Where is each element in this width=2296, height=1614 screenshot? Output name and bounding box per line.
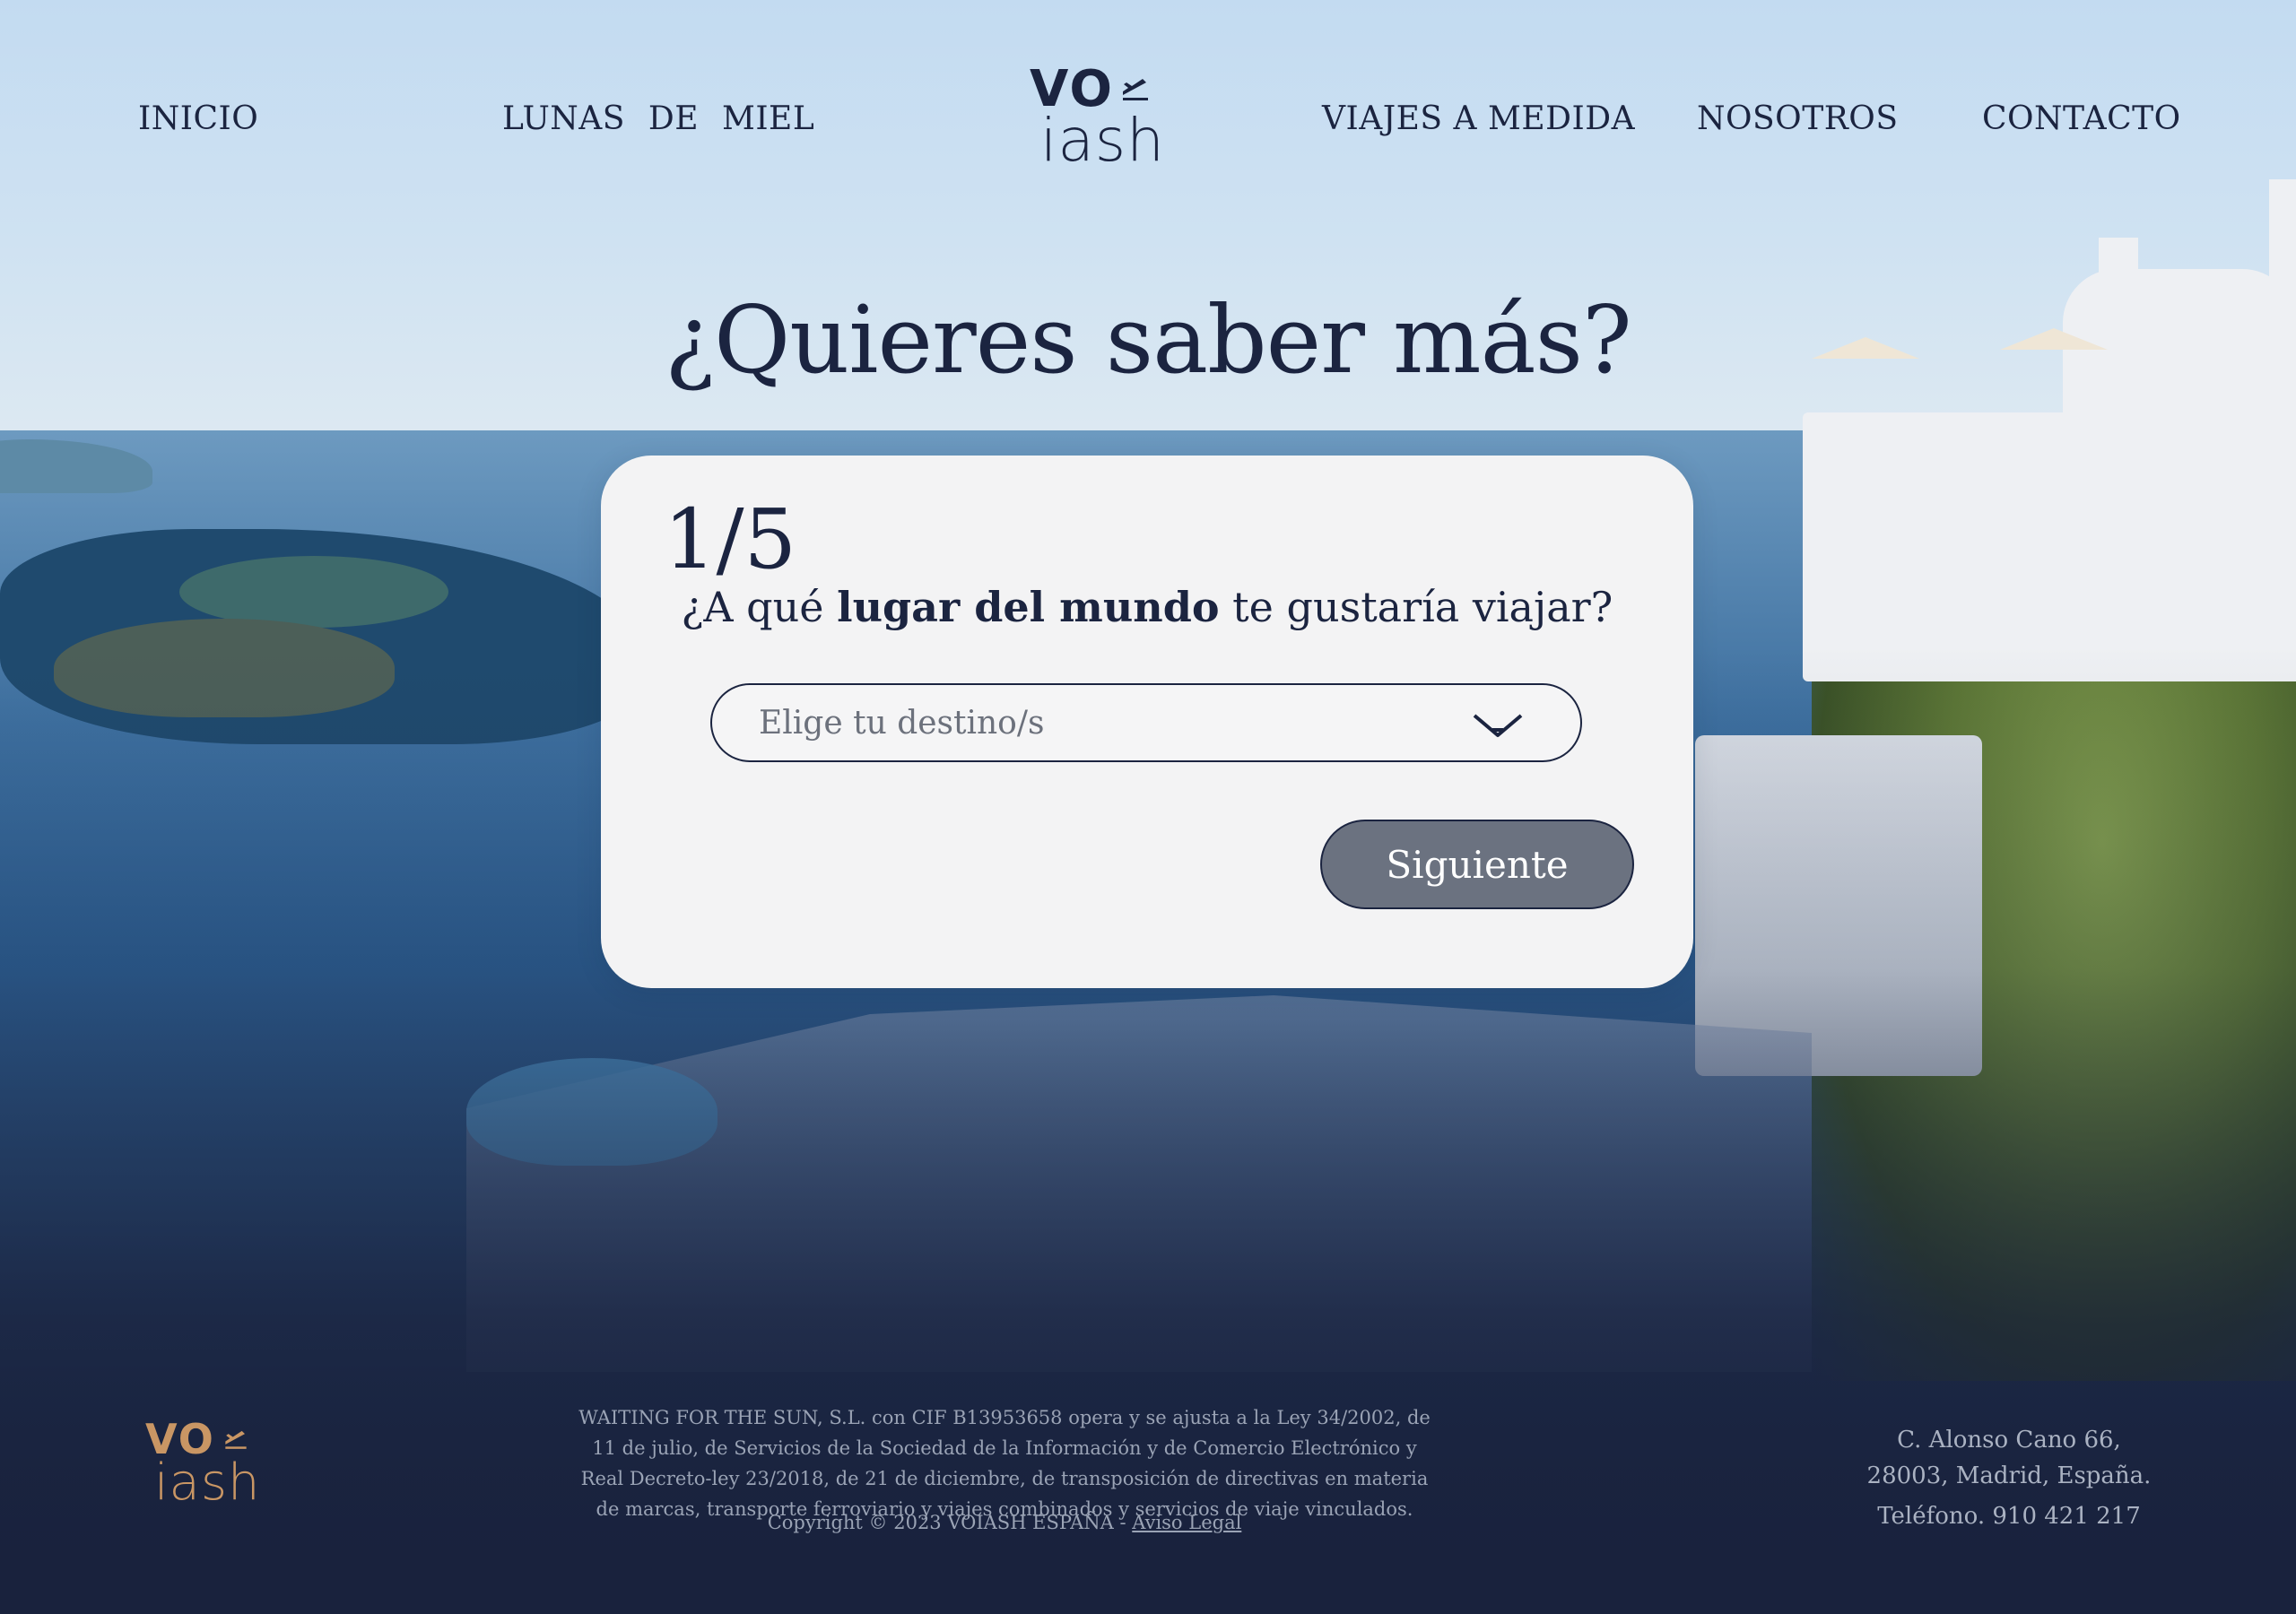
question-prefix: ¿A qué <box>681 583 838 631</box>
destination-select[interactable]: Elige tu destino/s <box>710 683 1582 762</box>
question-suffix: te gustaría viajar? <box>1219 583 1613 631</box>
brand-logo[interactable]: VO iash <box>1030 65 1164 172</box>
nav-viajes-a-medida[interactable]: VIAJES A MEDIDA <box>1322 100 1635 137</box>
legal-notice-link[interactable]: Aviso Legal <box>1132 1512 1241 1533</box>
copyright: Copyright © 2023 VOIASH ESPAÑA - Aviso L… <box>574 1512 1435 1533</box>
step-indicator: 1/5 <box>664 491 797 587</box>
copyright-text: Copyright © 2023 VOIASH ESPAÑA - <box>767 1512 1133 1533</box>
plane-icon <box>1123 79 1148 100</box>
nav-contacto[interactable]: CONTACTO <box>1982 100 2181 137</box>
nav-nosotros[interactable]: NOSOTROS <box>1697 100 1898 137</box>
destination-placeholder: Elige tu destino/s <box>759 705 1045 742</box>
logo-text-bottom: iash <box>1040 106 1165 175</box>
plane-icon <box>225 1430 247 1449</box>
address: C. Alonso Cano 66, 28003, Madrid, España… <box>1830 1422 2188 1494</box>
nav-lunas-de-miel[interactable]: LUNAS DE MIEL <box>502 100 814 137</box>
footer-logo[interactable]: VO iash <box>145 1419 262 1517</box>
address-line-1: C. Alonso Cano 66, <box>1897 1427 2121 1453</box>
legal-notice: WAITING FOR THE SUN, S.L. con CIF B13953… <box>578 1407 1431 1520</box>
page-title: ¿Quieres saber más? <box>665 285 1632 395</box>
chevron-down-icon <box>1473 714 1523 737</box>
questionnaire-card: 1/5 ¿A qué lugar del mundo te gustaría v… <box>601 456 1693 988</box>
phone-number: Teléfono. 910 421 217 <box>1877 1503 2141 1530</box>
main-navigation: INICIO LUNAS DE MIEL VO iash VIAJES A ME… <box>0 0 2296 242</box>
question-bold: lugar del mundo <box>837 583 1220 631</box>
question-text: ¿A qué lugar del mundo te gustaría viaja… <box>601 583 1693 631</box>
nav-inicio[interactable]: INICIO <box>138 100 258 137</box>
address-line-2: 28003, Madrid, España. <box>1866 1462 2152 1489</box>
footer-logo-text-bottom: iash <box>154 1453 261 1512</box>
next-button[interactable]: Siguiente <box>1320 820 1634 909</box>
